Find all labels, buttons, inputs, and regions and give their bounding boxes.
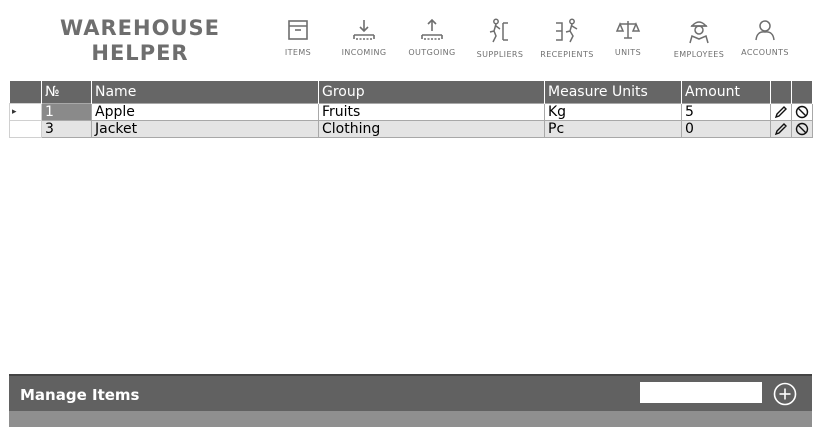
nav-items[interactable]: ITEMS [275, 14, 321, 70]
column-header-id[interactable]: № [41, 81, 92, 104]
incoming-icon [353, 20, 375, 40]
nav-suppliers[interactable]: SUPPLIERS [467, 14, 533, 70]
delete-button[interactable] [791, 103, 813, 121]
cell-amount[interactable]: 0 [681, 120, 771, 138]
panel-bottom-bar [9, 411, 812, 427]
suppliers-icon [489, 18, 508, 43]
nav-accounts[interactable]: ACCOUNTS [735, 14, 795, 70]
nav-recepients[interactable]: RECEPIENTS [534, 14, 600, 70]
column-header-edit [770, 81, 792, 104]
nav-label-recepients: RECEPIENTS [540, 50, 594, 59]
nav-units[interactable]: UNITS [606, 14, 650, 70]
cell-group[interactable]: Clothing [318, 120, 545, 138]
edit-button[interactable] [770, 103, 792, 121]
nav-label-outgoing: OUTGOING [408, 48, 456, 57]
cell-id[interactable]: 3 [41, 120, 92, 138]
cell-measure-unit[interactable]: Kg [544, 103, 682, 121]
cell-amount[interactable]: 5 [681, 103, 771, 121]
outgoing-icon [421, 18, 443, 40]
nav-label-items: ITEMS [284, 48, 312, 57]
search-input[interactable] [640, 382, 762, 403]
items-table: № Name Group Measure Units Amount ▸ 1 Ap… [9, 81, 813, 138]
add-item-button[interactable] [773, 382, 797, 406]
nav-label-suppliers: SUPPLIERS [476, 50, 524, 59]
employees-icon [689, 21, 709, 44]
brand-line-1: WAREHOUSE [60, 16, 220, 40]
nav-label-incoming: INCOMING [341, 48, 387, 57]
app-brand: WAREHOUSE HELPER [40, 16, 240, 66]
table-row[interactable]: ▸ 1 Apple Fruits Kg 5 [9, 103, 813, 121]
nav-label-units: UNITS [614, 48, 642, 57]
column-header-delete [791, 81, 813, 104]
units-icon [615, 21, 641, 39]
table-header-row: № Name Group Measure Units Amount [9, 81, 813, 104]
row-header-corner [9, 81, 42, 104]
nav-outgoing[interactable]: OUTGOING [401, 14, 463, 70]
cell-name[interactable]: Jacket [91, 120, 319, 138]
nav-employees[interactable]: EMPLOYEES [667, 14, 731, 70]
panel-title: Manage Items [20, 386, 140, 404]
nav-label-employees: EMPLOYEES [673, 50, 725, 59]
current-row-indicator[interactable]: ▸ [9, 103, 42, 121]
cell-name[interactable]: Apple [91, 103, 319, 121]
column-header-group[interactable]: Group [318, 81, 545, 104]
recepients-icon [556, 18, 578, 43]
column-header-measure-units[interactable]: Measure Units [544, 81, 682, 104]
items-icon [288, 20, 308, 40]
manage-items-panel: Manage Items [9, 374, 812, 411]
accounts-icon [755, 20, 775, 41]
delete-button[interactable] [791, 120, 813, 138]
row-indicator[interactable] [9, 120, 42, 138]
prohibited-icon [795, 122, 809, 135]
nav-incoming[interactable]: INCOMING [334, 14, 394, 70]
nav-label-accounts: ACCOUNTS [741, 48, 789, 57]
cell-id[interactable]: 1 [41, 103, 92, 121]
cell-group[interactable]: Fruits [318, 103, 545, 121]
edit-button[interactable] [770, 120, 792, 138]
column-header-amount[interactable]: Amount [681, 81, 771, 104]
brand-line-2: HELPER [91, 41, 189, 65]
table-row[interactable]: 3 Jacket Clothing Pc 0 [9, 120, 813, 138]
cell-measure-unit[interactable]: Pc [544, 120, 682, 138]
prohibited-icon [795, 105, 809, 118]
pencil-icon [774, 122, 787, 135]
column-header-name[interactable]: Name [91, 81, 319, 104]
pencil-icon [774, 105, 787, 118]
